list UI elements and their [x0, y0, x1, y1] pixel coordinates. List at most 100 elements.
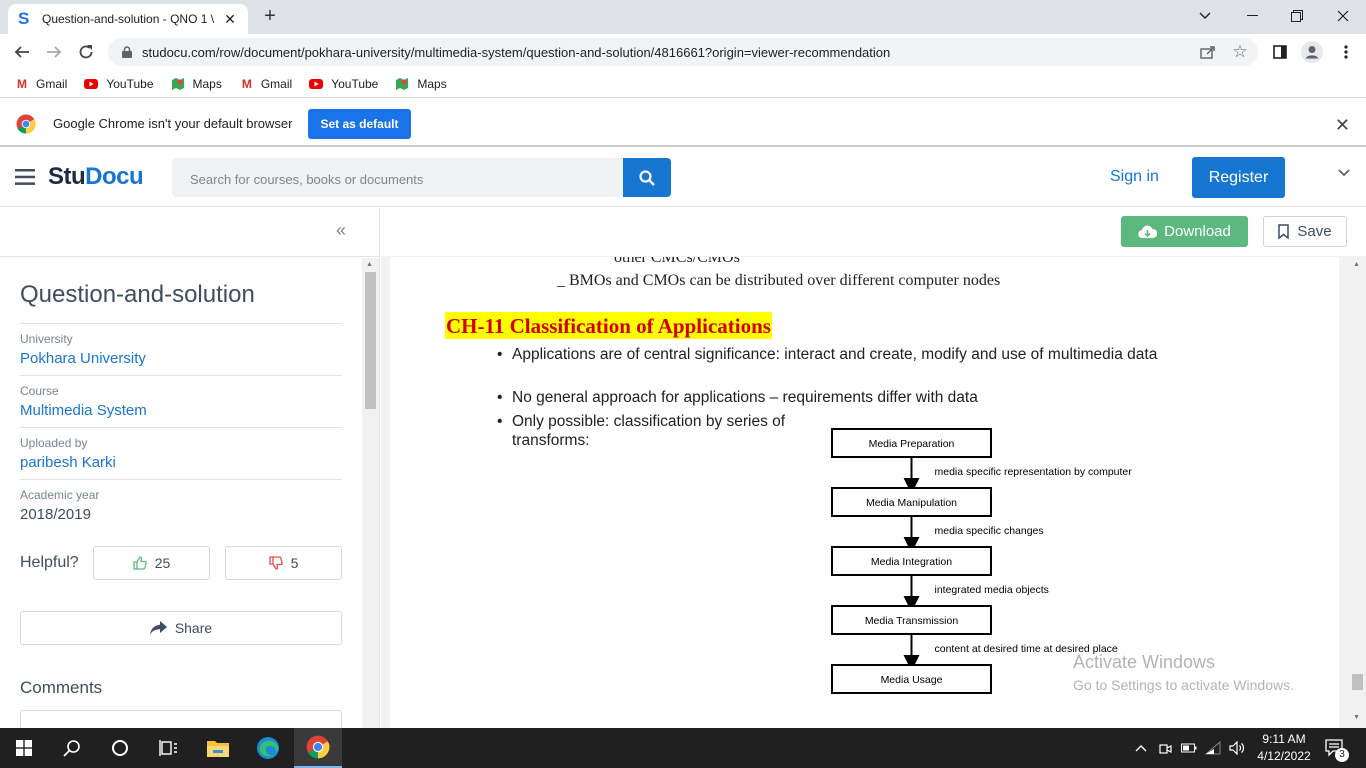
- flow-box-label: Media Integration: [871, 556, 952, 568]
- bookmark-maps[interactable]: Maps: [395, 77, 447, 91]
- document-viewer: Download Save other CMCs/CMOs _ BMOs and…: [381, 208, 1366, 728]
- bullet-item: • Applications are of central significanc…: [497, 346, 1158, 363]
- youtube-icon: [84, 78, 100, 89]
- edge-browser-icon[interactable]: [244, 728, 292, 768]
- save-button[interactable]: Save: [1263, 216, 1347, 247]
- profile-avatar[interactable]: [1298, 40, 1326, 64]
- sidebar-scrollbar[interactable]: ▲ ▼: [362, 258, 379, 728]
- hamburger-menu-icon[interactable]: [15, 169, 35, 185]
- chrome-taskbar-icon[interactable]: [294, 728, 342, 768]
- bookmark-gmail[interactable]: M Gmail: [14, 77, 67, 91]
- doc-text-line: _ BMOs and CMOs can be distributed over …: [557, 272, 1001, 289]
- bullet-item: • No general approach for applications – …: [497, 389, 978, 406]
- taskbar-search-icon[interactable]: [48, 728, 96, 768]
- wifi-icon[interactable]: [1202, 728, 1224, 768]
- meta-course: Course Multimedia System: [20, 375, 342, 425]
- downvote-button[interactable]: 5: [225, 546, 342, 580]
- gmail-icon: M: [17, 76, 27, 91]
- flow-arrow-label: integrated media objects: [935, 584, 1049, 596]
- scroll-up-arrow-icon[interactable]: ▲: [366, 261, 373, 268]
- viewer-scrollbar[interactable]: ▲ ▼: [1349, 258, 1366, 728]
- meta-university: University Pokhara University: [20, 323, 342, 373]
- flow-arrow-label: media specific representation by compute…: [935, 466, 1133, 478]
- show-hidden-icons-chevron-icon[interactable]: [1130, 728, 1152, 768]
- infobar-close-icon[interactable]: ✕: [1335, 115, 1350, 136]
- comment-input[interactable]: [20, 710, 342, 728]
- flow-box-label: Media Preparation: [869, 438, 955, 450]
- forward-button[interactable]: [42, 40, 66, 64]
- browser-toolbar: studocu.com/row/document/pokhara-univers…: [0, 34, 1366, 70]
- windows-taskbar: 9:11 AM 4/12/2022 3: [0, 728, 1366, 768]
- viewer-toolbar: Download Save: [381, 208, 1366, 256]
- activate-windows-watermark: Activate Windows: [1073, 652, 1216, 672]
- start-button[interactable]: [0, 728, 48, 768]
- gmail-icon: M: [241, 76, 252, 91]
- viewer-scroll-thumb[interactable]: [1352, 674, 1363, 690]
- system-clock[interactable]: 9:11 AM 4/12/2022: [1254, 731, 1314, 765]
- side-panel-icon[interactable]: [1268, 40, 1292, 64]
- search-icon: [639, 169, 655, 186]
- search-button[interactable]: [623, 158, 671, 197]
- meta-academic-year: Academic year 2018/2019: [20, 479, 342, 529]
- volume-icon[interactable]: [1226, 728, 1248, 768]
- scroll-up-arrow-icon[interactable]: ▲: [1353, 261, 1360, 268]
- file-explorer-icon[interactable]: [194, 728, 242, 768]
- bookmark-gmail[interactable]: M Gmail: [239, 77, 292, 91]
- share-page-icon[interactable]: [1196, 40, 1220, 64]
- register-button[interactable]: Register: [1192, 157, 1285, 198]
- minimize-button[interactable]: [1237, 4, 1267, 28]
- sidebar-scroll-thumb[interactable]: [365, 272, 376, 409]
- reload-button[interactable]: [74, 40, 98, 64]
- collapse-sidebar-button[interactable]: «: [336, 220, 346, 241]
- sign-in-link[interactable]: Sign in: [1110, 168, 1159, 186]
- battery-icon[interactable]: [1178, 728, 1200, 768]
- back-button[interactable]: [10, 40, 34, 64]
- tab-search-chevron-icon[interactable]: [1190, 4, 1220, 28]
- bookmark-star-icon[interactable]: ☆: [1228, 40, 1252, 64]
- meet-now-icon[interactable]: [1154, 728, 1176, 768]
- task-view-icon[interactable]: [144, 728, 192, 768]
- new-tab-button[interactable]: +: [258, 6, 282, 28]
- university-link[interactable]: Pokhara University: [20, 350, 342, 367]
- bookmark-maps[interactable]: Maps: [171, 77, 222, 91]
- document-title: Question-and-solution: [20, 281, 255, 308]
- studocu-logo[interactable]: StuDocu: [48, 163, 144, 191]
- notification-count-badge: 3: [1335, 748, 1349, 762]
- search-input[interactable]: Search for courses, books or documents: [172, 158, 624, 197]
- notifications-icon[interactable]: 3: [1320, 728, 1350, 768]
- maps-icon: [171, 77, 187, 91]
- chevron-down-icon[interactable]: [1338, 169, 1350, 177]
- upvote-button[interactable]: 25: [93, 546, 210, 580]
- set-as-default-button[interactable]: Set as default: [308, 108, 411, 139]
- lock-icon[interactable]: [122, 46, 132, 58]
- maps-icon: [395, 77, 411, 91]
- close-window-button[interactable]: [1328, 4, 1358, 28]
- cortana-icon[interactable]: [96, 728, 144, 768]
- tab-close-icon[interactable]: ✕: [222, 11, 238, 28]
- thumbs-up-icon: [133, 556, 147, 570]
- browser-tab[interactable]: S Question-and-solution - QNO 1 \ ✕: [8, 4, 248, 34]
- download-button[interactable]: Download: [1121, 216, 1248, 247]
- restore-button[interactable]: [1282, 4, 1312, 28]
- share-button[interactable]: Share: [20, 611, 342, 645]
- address-bar[interactable]: studocu.com/row/document/pokhara-univers…: [108, 38, 1258, 66]
- bookmark-youtube[interactable]: YouTube: [84, 77, 154, 91]
- bookmarks-bar: M Gmail YouTube Maps M Gmail YouTube Maps: [0, 70, 1366, 98]
- flow-box-label: Media Transmission: [865, 615, 959, 627]
- tab-bar: S Question-and-solution - QNO 1 \ ✕ +: [0, 0, 1366, 34]
- chrome-logo-icon: [16, 114, 36, 134]
- infobar-message: Google Chrome isn't your default browser: [53, 116, 293, 131]
- divider: [0, 256, 379, 257]
- course-link[interactable]: Multimedia System: [20, 402, 342, 419]
- flow-arrow-label: media specific changes: [935, 525, 1044, 537]
- meta-uploader: Uploaded by paribesh Karki: [20, 427, 342, 477]
- menu-kebab-icon[interactable]: [1334, 40, 1358, 64]
- comments-heading: Comments: [20, 678, 103, 697]
- url-text[interactable]: studocu.com/row/document/pokhara-univers…: [142, 45, 890, 60]
- share-arrow-icon: [149, 621, 167, 635]
- document-sidebar: « Question-and-solution University Pokha…: [0, 208, 380, 728]
- scroll-down-arrow-icon[interactable]: ▼: [1353, 714, 1360, 721]
- bookmark-youtube[interactable]: YouTube: [309, 77, 378, 91]
- studocu-favicon-icon: S: [18, 9, 30, 28]
- uploader-link[interactable]: paribesh Karki: [20, 454, 342, 471]
